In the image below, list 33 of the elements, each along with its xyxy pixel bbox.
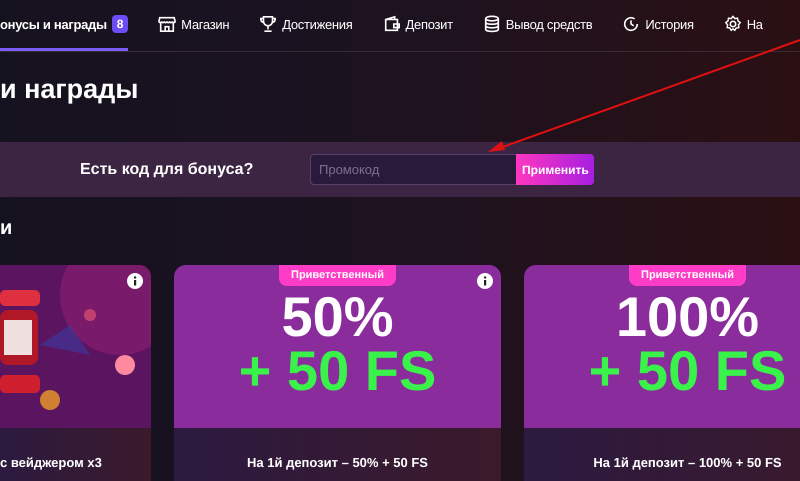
nav-tab[interactable]: На: [724, 0, 763, 51]
nav-tab[interactable]: История: [622, 0, 694, 51]
count-badge: 8: [112, 15, 128, 33]
card-caption: На 1й депозит – 50% + 50 FS: [246, 454, 429, 470]
trophy-icon: [259, 15, 278, 33]
free-spins-text: + 50 FS: [588, 344, 786, 398]
promo-label: Есть код для бонуса?: [80, 160, 254, 178]
info-icon[interactable]: [127, 273, 143, 289]
store-icon: [158, 15, 176, 33]
page-title: и награды: [0, 74, 138, 106]
settings-icon: [724, 15, 742, 33]
nav-tab[interactable]: Депозит: [382, 0, 453, 51]
bonus-percent: 100%: [616, 290, 760, 344]
nav-tab[interactable]: Магазин: [158, 0, 230, 51]
card-caption: На 1й депозит – 100% + 50 FS: [592, 454, 783, 470]
nav-tab[interactable]: Достижения: [259, 0, 353, 51]
welcome-badge: Приветственный: [629, 265, 746, 286]
promo-code-field[interactable]: Промокод Применить: [310, 154, 594, 185]
section-title: и: [0, 216, 14, 241]
nav-tab[interactable]: Вывод средств: [482, 0, 592, 51]
wallet-icon: [382, 15, 401, 33]
bonus-card[interactable]: с вейджером x3: [0, 265, 151, 481]
bonus-percent: 50%: [281, 290, 394, 344]
clock-icon: [622, 15, 640, 33]
apply-button[interactable]: Применить: [516, 154, 594, 185]
coin-stack-icon: [482, 15, 501, 33]
info-icon[interactable]: [477, 273, 493, 289]
nav-tab[interactable]: онусы и награды 8: [0, 0, 128, 51]
bonus-card[interactable]: Приветственный 100% + 50 FS На 1й депозит – 100% + 50 FS: [524, 265, 800, 481]
welcome-badge: Приветственный: [279, 265, 396, 286]
card-caption: с вейджером x3: [0, 454, 103, 470]
free-spins-text: + 50 FS: [238, 344, 436, 398]
bonus-card[interactable]: Приветственный 50% + 50 FS На 1й депозит – 50% + 50 FS: [174, 265, 501, 481]
